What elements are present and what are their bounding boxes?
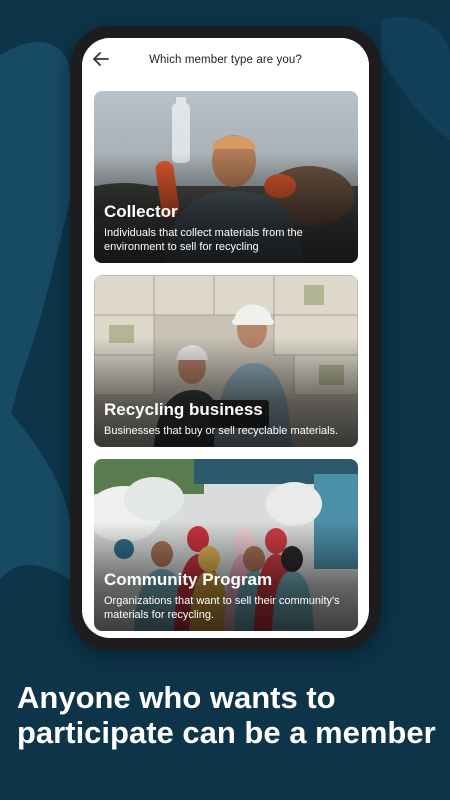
community-program-card[interactable]: Community Program Organizations that wan… (94, 459, 358, 631)
recycling-business-card[interactable]: Recycling business Businesses that buy o… (94, 275, 358, 447)
collector-card[interactable]: Collector Individuals that collect mater… (94, 91, 358, 263)
page-title: Which member type are you? (149, 54, 302, 66)
promo-caption: Anyone who wants to participate can be a… (17, 680, 436, 750)
card-description: Businesses that buy or sell recyclable m… (104, 425, 339, 437)
arrow-left-icon (93, 52, 109, 66)
app-header: Which member type are you? (82, 38, 369, 82)
back-button[interactable] (90, 48, 112, 70)
phone-frame: Which member type are you? Collector Ind… (70, 26, 381, 650)
card-description: Organizations that want to sell their co… (104, 595, 340, 621)
card-description: Individuals that collect materials from … (104, 227, 303, 253)
card-title: Recycling business (104, 400, 263, 419)
card-title: Community Program (104, 570, 273, 589)
card-title: Collector (104, 202, 178, 221)
phone-screen: Which member type are you? Collector Ind… (82, 38, 369, 638)
member-type-list: Collector Individuals that collect mater… (94, 91, 358, 638)
